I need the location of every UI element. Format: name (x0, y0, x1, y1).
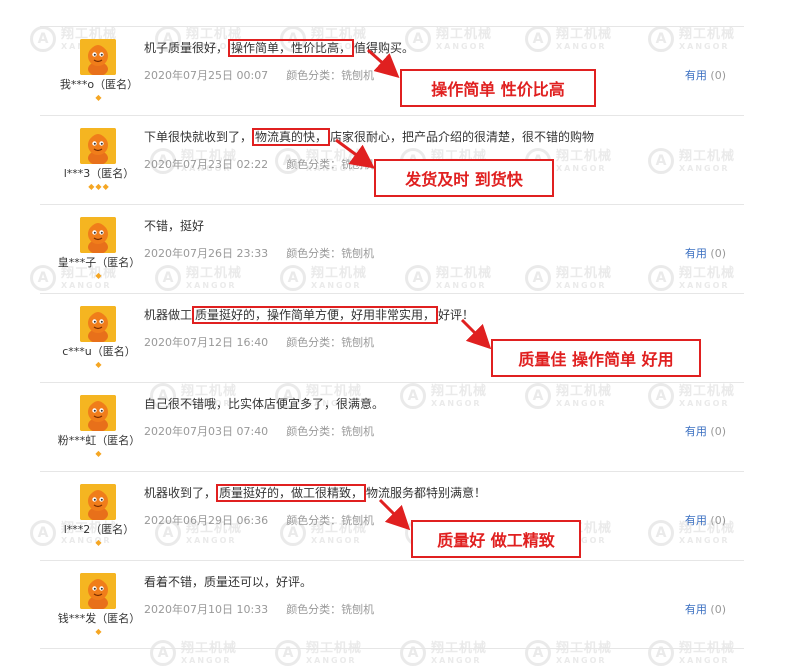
callout-label: 发货及时 到货快 (374, 159, 554, 197)
reviewer-name: 皇***子（匿名） (57, 256, 141, 269)
useful-control: 有用 (0) (685, 423, 726, 439)
review-date: 2020年07月10日 10:33 (144, 603, 269, 616)
review-meta: 2020年07月23日 02:22 颜色分类：铣刨机 (144, 156, 374, 172)
useful-control: 有用 (0) (685, 512, 726, 528)
callout-label: 质量佳 操作简单 好用 (491, 339, 701, 377)
reviewer-name: 粉***虹（匿名） (57, 434, 141, 447)
review-color-option: 颜色分类：铣刨机 (286, 425, 375, 438)
review-item: 我***o（匿名） ◆ 机子质量很好， 操作简单，性价比高， 值得购买。 2020年07月… (40, 26, 744, 115)
reviewer-level-icon: ◆ (95, 93, 103, 102)
review-meta: 2020年07月26日 23:33 颜色分类：铣刨机 (144, 245, 374, 261)
review-date: 2020年07月23日 02:22 (144, 158, 269, 171)
review-color-option: 颜色分类：铣刨机 (286, 158, 375, 171)
review-highlight: 物流真的快， (252, 128, 331, 146)
reviewer-name: 钱***发（匿名） (57, 612, 141, 625)
watermark-subtext: XANGOR (431, 655, 482, 665)
review-date: 2020年07月12日 16:40 (144, 336, 269, 349)
review-content: 不错，挺好 (144, 217, 204, 234)
review-meta: 2020年07月10日 10:33 颜色分类：铣刨机 (144, 601, 374, 617)
reviewer-name: l***3（匿名） (63, 167, 135, 180)
review-meta: 2020年06月29日 06:36 颜色分类：铣刨机 (144, 512, 374, 528)
review-meta: 2020年07月03日 07:40 颜色分类：铣刨机 (144, 423, 374, 439)
review-highlight: 质量挺好的，操作简单方便，好用非常实用， (192, 306, 439, 324)
useful-button[interactable]: 有用 (685, 425, 707, 438)
reviewer-level-icon: ◆ (95, 449, 103, 458)
review-list: 我***o（匿名） ◆ 机子质量很好， 操作简单，性价比高， 值得购买。 2020年07月… (40, 26, 744, 649)
review-highlight: 操作简单，性价比高， (228, 39, 355, 57)
review-meta: 2020年07月12日 16:40 颜色分类：铣刨机 (144, 334, 374, 350)
review-text: 下单很快就收到了， (144, 130, 253, 144)
review-text-after: 值得购买。 (354, 41, 415, 55)
review-content: 机器收到了， 质量挺好的，做工很精致， 物流服务都特别满意！ (144, 484, 487, 502)
review-text-after: 好评！ (438, 308, 475, 322)
useful-button[interactable]: 有用 (685, 603, 707, 616)
review-text: 看着不错，质量还可以，好评。 (144, 575, 313, 589)
useful-count: (0) (710, 603, 726, 616)
review-content: 机器做工 质量挺好的，操作简单方便，好用非常实用， 好评！ (144, 306, 475, 324)
reviewer-name: c***u（匿名） (62, 345, 136, 358)
review-text-after: 店家很耐心，把产品介绍的很清楚，很不错的购物 (330, 130, 595, 144)
reviewer-level-icon: ◆ (95, 538, 103, 547)
reviewer-name: l***2（匿名） (63, 523, 135, 536)
useful-control: 有用 (0) (685, 601, 726, 617)
watermark-subtext: XANGOR (556, 655, 607, 665)
review-item: 粉***虹（匿名） ◆ 自己很不错哦，比实体店便宜多了，很满意。 2020年07月03… (40, 382, 744, 471)
review-color-option: 颜色分类：铣刨机 (286, 514, 375, 527)
avatar (80, 39, 116, 75)
useful-count: (0) (710, 69, 726, 82)
watermark-subtext: XANGOR (679, 655, 730, 665)
useful-button[interactable]: 有用 (685, 514, 707, 527)
review-color-option: 颜色分类：铣刨机 (286, 69, 375, 82)
useful-control: 有用 (0) (685, 245, 726, 261)
callout-label: 质量好 做工精致 (411, 520, 581, 558)
watermark-subtext: XANGOR (306, 655, 357, 665)
review-date: 2020年07月26日 23:33 (144, 247, 269, 260)
review-content: 下单很快就收到了， 物流真的快， 店家很耐心，把产品介绍的很清楚，很不错的购物 (144, 128, 595, 146)
review-text: 不错，挺好 (144, 219, 205, 233)
review-color-option: 颜色分类：铣刨机 (286, 603, 375, 616)
useful-count: (0) (710, 514, 726, 527)
review-text: 机器收到了， (144, 486, 217, 500)
review-item: 钱***发（匿名） ◆ 看着不错，质量还可以，好评。 2020年07月10日 10:3… (40, 560, 744, 649)
avatar (80, 306, 116, 342)
reviewer-level-icon: ◆ (95, 360, 103, 369)
avatar (80, 573, 116, 609)
reviewer-level-icon: ◆ (95, 271, 103, 280)
review-content: 看着不错，质量还可以，好评。 (144, 573, 312, 590)
useful-control: 有用 (0) (685, 67, 726, 83)
review-text: 自己很不错哦，比实体店便宜多了，很满意。 (144, 397, 385, 411)
avatar (80, 484, 116, 520)
useful-button[interactable]: 有用 (685, 69, 707, 82)
useful-count: (0) (710, 247, 726, 260)
review-text-after: 物流服务都特别满意！ (366, 486, 487, 500)
review-date: 2020年06月29日 06:36 (144, 514, 269, 527)
review-color-option: 颜色分类：铣刨机 (286, 247, 375, 260)
reviewer-name: 我***o（匿名） (59, 78, 139, 91)
reviewer-level-icon: ◆ (95, 627, 103, 636)
review-date: 2020年07月03日 07:40 (144, 425, 269, 438)
review-item: 皇***子（匿名） ◆ 不错，挺好 2020年07月26日 23:33 颜色分类：铣刨机… (40, 204, 744, 293)
review-content: 自己很不错哦，比实体店便宜多了，很满意。 (144, 395, 384, 412)
reviewer-level-icon: ◆◆◆ (88, 182, 110, 191)
review-text: 机子质量很好， (144, 41, 229, 55)
useful-button[interactable]: 有用 (685, 247, 707, 260)
avatar (80, 217, 116, 253)
callout-label: 操作简单 性价比高 (400, 69, 596, 107)
review-color-option: 颜色分类：铣刨机 (286, 336, 375, 349)
review-highlight: 质量挺好的，做工很精致， (216, 484, 367, 502)
review-content: 机子质量很好， 操作简单，性价比高， 值得购买。 (144, 39, 415, 57)
useful-count: (0) (710, 425, 726, 438)
avatar (80, 128, 116, 164)
avatar (80, 395, 116, 431)
review-meta: 2020年07月25日 00:07 颜色分类：铣刨机 (144, 67, 374, 83)
review-item: l***2（匿名） ◆ 机器收到了， 质量挺好的，做工很精致， 物流服务都特别满意！ 20… (40, 471, 744, 560)
review-text: 机器做工 (144, 308, 193, 322)
watermark-subtext: XANGOR (181, 655, 232, 665)
review-date: 2020年07月25日 00:07 (144, 69, 269, 82)
